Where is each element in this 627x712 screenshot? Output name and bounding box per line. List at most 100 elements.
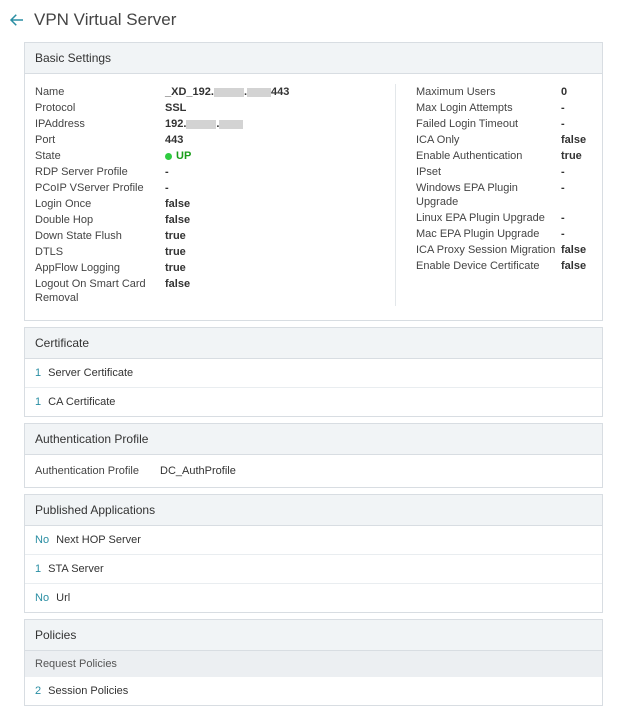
- kv-value: true: [165, 261, 395, 275]
- kv-row: ICA Proxy Session Migrationfalse: [416, 242, 592, 258]
- auth-profile-row[interactable]: Authentication Profile DC_AuthProfile: [25, 455, 602, 487]
- kv-value: -: [561, 165, 592, 179]
- kv-label: RDP Server Profile: [35, 165, 165, 179]
- kv-row: Login Oncefalse: [35, 196, 395, 212]
- kv-row: Enable Device Certificatefalse: [416, 258, 592, 274]
- kv-value: -: [561, 227, 592, 241]
- kv-value: false: [561, 243, 592, 257]
- kv-row: Double Hopfalse: [35, 212, 395, 228]
- kv-value: false: [165, 277, 395, 305]
- panel-header-policies[interactable]: Policies: [25, 620, 602, 651]
- list-item-text: Next HOP Server: [53, 534, 141, 546]
- list-item-count: 1: [35, 367, 41, 379]
- page-title: VPN Virtual Server: [34, 10, 176, 30]
- kv-value: -: [561, 117, 592, 131]
- kv-row: Maximum Users0: [416, 84, 592, 100]
- kv-row: IPAddress192..: [35, 116, 395, 132]
- list-item[interactable]: No Url: [25, 583, 602, 612]
- panel-header-auth[interactable]: Authentication Profile: [25, 424, 602, 455]
- panel-basic-settings: Basic Settings Name_XD_192..443ProtocolS…: [24, 42, 603, 321]
- kv-value: -: [561, 211, 592, 225]
- kv-label: Windows EPA Plugin Upgrade: [416, 181, 561, 209]
- policies-subheader[interactable]: Request Policies: [25, 651, 602, 677]
- kv-label: Name: [35, 85, 165, 99]
- kv-label: Login Once: [35, 197, 165, 211]
- kv-row: Linux EPA Plugin Upgrade-: [416, 210, 592, 226]
- kv-row: Down State Flushtrue: [35, 228, 395, 244]
- panel-policies: Policies Request Policies 2 Session Poli…: [24, 619, 603, 706]
- kv-label: Maximum Users: [416, 85, 561, 99]
- kv-row: Enable Authenticationtrue: [416, 148, 592, 164]
- kv-row: Logout On Smart Card Removalfalse: [35, 276, 395, 306]
- kv-label: IPset: [416, 165, 561, 179]
- kv-row: AppFlow Loggingtrue: [35, 260, 395, 276]
- list-item[interactable]: 1 CA Certificate: [25, 387, 602, 416]
- kv-row: RDP Server Profile-: [35, 164, 395, 180]
- panel-certificate: Certificate 1 Server Certificate1 CA Cer…: [24, 327, 603, 417]
- list-item-text: Url: [53, 592, 70, 604]
- kv-value: 192..: [165, 117, 395, 131]
- kv-label: Down State Flush: [35, 229, 165, 243]
- kv-value: 443: [165, 133, 395, 147]
- list-item[interactable]: 1 Server Certificate: [25, 359, 602, 387]
- list-item-count: No: [35, 592, 49, 604]
- kv-label: Protocol: [35, 101, 165, 115]
- kv-label: DTLS: [35, 245, 165, 259]
- panel-header-published[interactable]: Published Applications: [25, 495, 602, 526]
- kv-label: Logout On Smart Card Removal: [35, 277, 165, 305]
- kv-value: false: [165, 213, 395, 227]
- auth-profile-label: Authentication Profile: [35, 465, 139, 477]
- kv-value: -: [165, 165, 395, 179]
- kv-label: IPAddress: [35, 117, 165, 131]
- kv-row: Mac EPA Plugin Upgrade-: [416, 226, 592, 242]
- kv-label: State: [35, 149, 165, 163]
- kv-label: Port: [35, 133, 165, 147]
- kv-row: Max Login Attempts-: [416, 100, 592, 116]
- status-text: UP: [176, 149, 191, 163]
- kv-label: Enable Authentication: [416, 149, 561, 163]
- kv-label: AppFlow Logging: [35, 261, 165, 275]
- panel-header-basic[interactable]: Basic Settings: [25, 43, 602, 74]
- list-item-text: CA Certificate: [45, 396, 115, 408]
- panel-header-certificate[interactable]: Certificate: [25, 328, 602, 359]
- masked-segment: [214, 88, 244, 97]
- list-item-text: Session Policies: [45, 685, 128, 697]
- masked-segment: [219, 120, 243, 129]
- kv-value: true: [165, 229, 395, 243]
- list-item[interactable]: 1 STA Server: [25, 554, 602, 583]
- list-item[interactable]: No Next HOP Server: [25, 526, 602, 554]
- kv-row: Name_XD_192..443: [35, 84, 395, 100]
- kv-label: Max Login Attempts: [416, 101, 561, 115]
- kv-label: ICA Proxy Session Migration: [416, 243, 561, 257]
- kv-row: Failed Login Timeout-: [416, 116, 592, 132]
- kv-row: Windows EPA Plugin Upgrade-: [416, 180, 592, 210]
- list-item[interactable]: 2 Session Policies: [25, 677, 602, 705]
- kv-value: true: [165, 245, 395, 259]
- kv-value: -: [561, 101, 592, 115]
- kv-row: Port443: [35, 132, 395, 148]
- panel-auth-profile: Authentication Profile Authentication Pr…: [24, 423, 603, 488]
- kv-value: -: [561, 181, 592, 209]
- kv-value: UP: [165, 149, 395, 163]
- kv-label: ICA Only: [416, 133, 561, 147]
- kv-value: SSL: [165, 101, 395, 115]
- list-item-text: STA Server: [45, 563, 103, 575]
- back-arrow-icon[interactable]: [8, 11, 26, 29]
- kv-label: Double Hop: [35, 213, 165, 227]
- masked-segment: [247, 88, 271, 97]
- kv-value: false: [561, 133, 592, 147]
- kv-label: Mac EPA Plugin Upgrade: [416, 227, 561, 241]
- kv-value: true: [561, 149, 592, 163]
- kv-row: State UP: [35, 148, 395, 164]
- panel-published-apps: Published Applications No Next HOP Serve…: [24, 494, 603, 613]
- kv-row: PCoIP VServer Profile-: [35, 180, 395, 196]
- kv-value: -: [165, 181, 395, 195]
- kv-value: false: [165, 197, 395, 211]
- list-item-count: 1: [35, 396, 41, 408]
- list-item-count: 2: [35, 685, 41, 697]
- kv-row: DTLStrue: [35, 244, 395, 260]
- auth-profile-value: DC_AuthProfile: [160, 465, 236, 477]
- list-item-count: 1: [35, 563, 41, 575]
- kv-value: false: [561, 259, 592, 273]
- kv-row: ProtocolSSL: [35, 100, 395, 116]
